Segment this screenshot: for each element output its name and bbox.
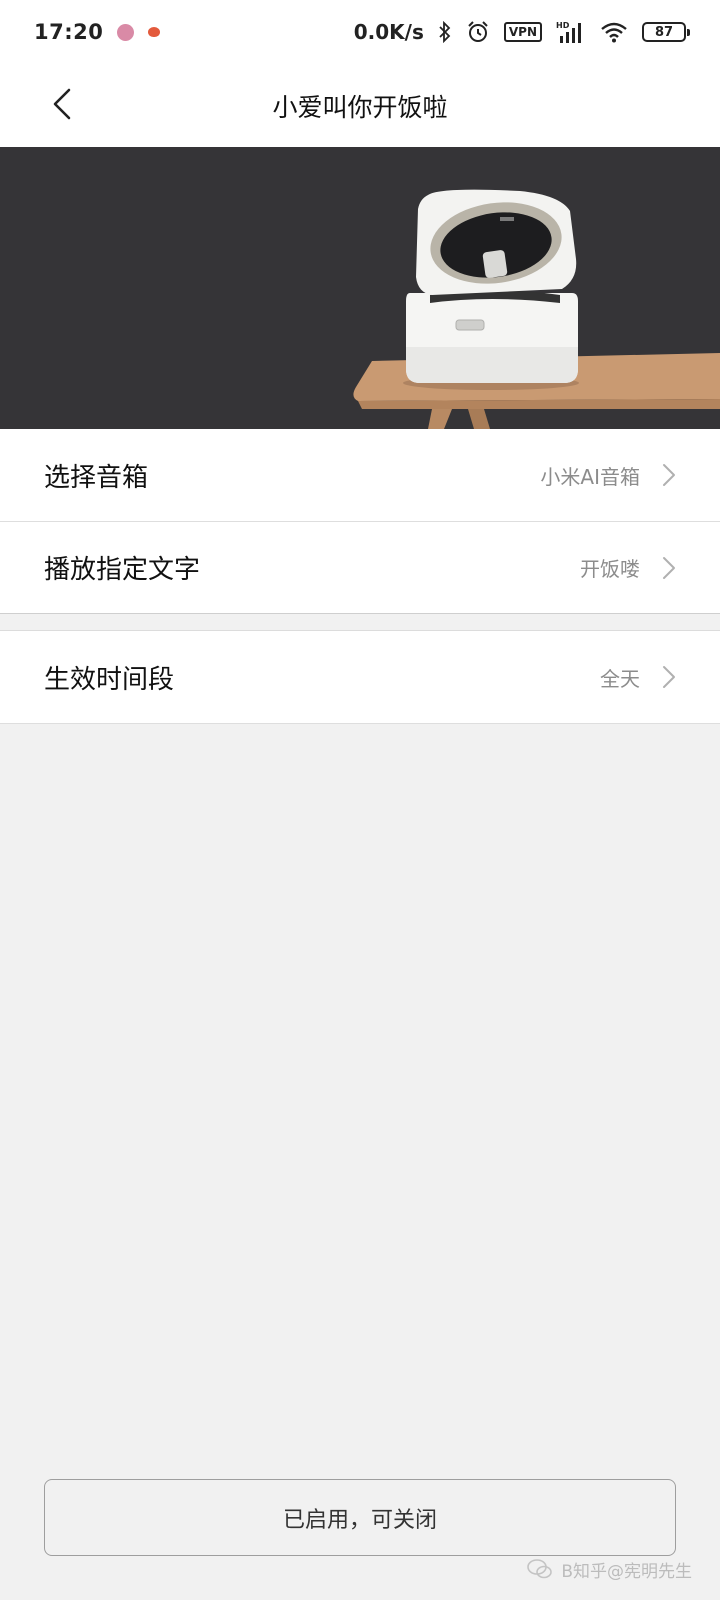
status-bar-left: 17:20 [34, 20, 161, 44]
enabled-toggle-button[interactable]: 已启用，可关闭 [44, 1479, 676, 1556]
wechat-icon [527, 1559, 553, 1579]
status-bar: 17:20 0.0K/s VPN HD 87 [0, 0, 720, 64]
network-speed: 0.0K/s [353, 20, 424, 44]
banner-image [0, 147, 720, 429]
svg-text:HD: HD [556, 21, 570, 30]
bluetooth-icon [438, 21, 452, 43]
rice-cooker-illustration [353, 189, 720, 429]
play-text-right: 开饭喽 [580, 553, 676, 582]
alarm-icon [466, 20, 490, 44]
select-speaker-label: 选择音箱 [44, 462, 149, 493]
tomato-app-icon [148, 27, 161, 37]
wifi-icon [600, 21, 628, 43]
active-period-label: 生效时间段 [44, 664, 175, 695]
play-text-value: 开饭喽 [580, 557, 640, 581]
status-bar-right: 0.0K/s VPN HD 87 [353, 20, 690, 44]
select-speaker-row[interactable]: 选择音箱 小米AI音箱 [0, 429, 720, 521]
chevron-right-icon [662, 556, 676, 580]
watermark-text: B知乎@宪明先生 [561, 1561, 692, 1582]
active-period-right: 全天 [600, 663, 676, 692]
play-text-label: 播放指定文字 [44, 555, 201, 585]
select-speaker-right: 小米AI音箱 [540, 461, 676, 490]
active-period-value: 全天 [600, 666, 640, 691]
watermark: B知乎@宪明先生 [527, 1556, 692, 1582]
active-period-row[interactable]: 生效时间段 全天 [0, 631, 720, 723]
battery-level: 87 [654, 24, 674, 40]
play-text-row[interactable]: 播放指定文字 开饭喽 [0, 521, 720, 613]
settings-group-speaker-text: 选择音箱 小米AI音箱 播放指定文字 开饭喽 [0, 429, 720, 614]
battery-icon: 87 [642, 22, 690, 42]
app-notification-icon [117, 23, 135, 41]
select-speaker-value: 小米AI音箱 [540, 464, 640, 489]
settings-group-time: 生效时间段 全天 [0, 630, 720, 724]
chevron-left-icon [53, 88, 71, 120]
status-time: 17:20 [34, 20, 104, 44]
chevron-right-icon [662, 463, 676, 487]
back-button[interactable] [44, 82, 80, 126]
title-bar: 小爱叫你开饭啦 [0, 64, 720, 147]
chevron-right-icon [662, 665, 676, 689]
page-title: 小爱叫你开饭啦 [272, 92, 448, 122]
vpn-icon: VPN [503, 22, 542, 42]
signal-icon: HD [556, 20, 586, 44]
